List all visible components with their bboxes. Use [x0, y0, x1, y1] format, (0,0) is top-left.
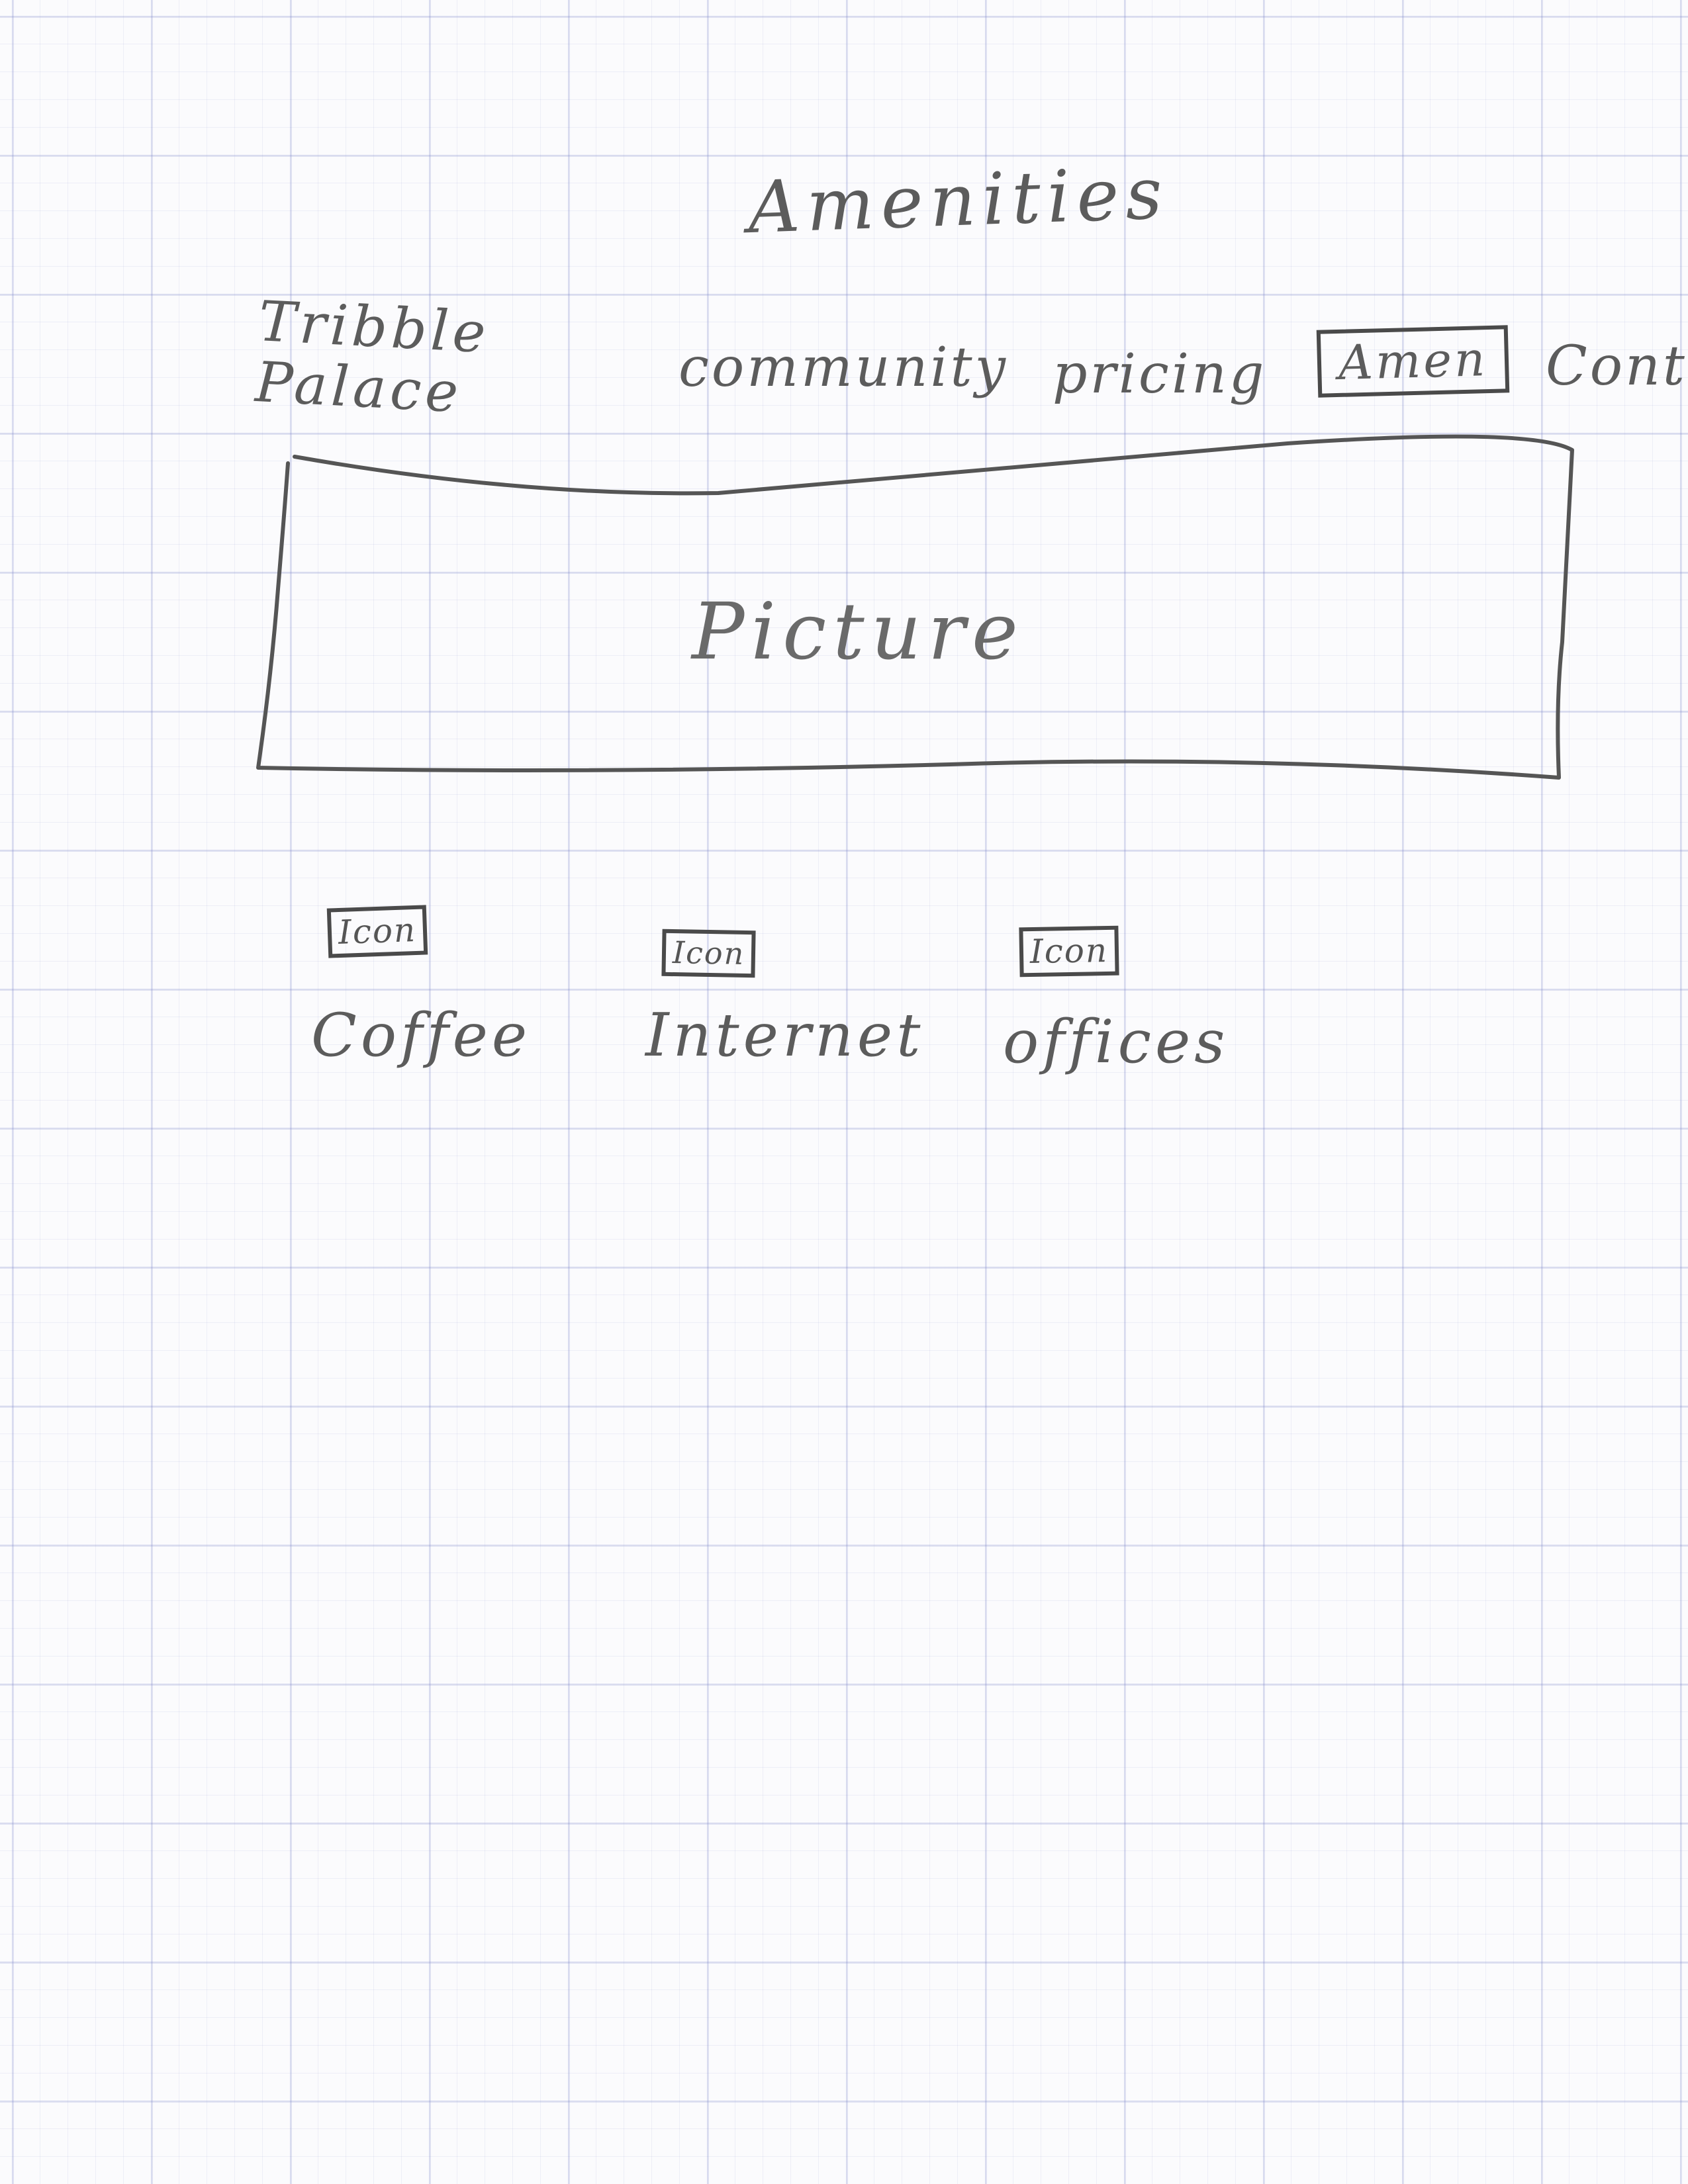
amenity-item-offices: Icon offices [1003, 925, 1281, 1099]
nav-item-amenities-active[interactable]: Amen [1316, 325, 1510, 398]
page-title: Amenities [746, 152, 1170, 250]
amenity-item-coffee: Icon Coffee [311, 905, 589, 1079]
amenity-item-internet: Icon Internet [645, 929, 925, 1102]
main-navigation: community pricing Amen Cont [662, 325, 1685, 427]
amenity-label: Internet [645, 1001, 925, 1070]
nav-item-community[interactable]: community [679, 341, 1008, 395]
site-logo-text[interactable]: Tribble Palace [254, 289, 538, 428]
amenity-label: offices [1003, 1007, 1229, 1077]
amenity-label: Coffee [311, 1001, 532, 1070]
hero-picture-label: Picture [692, 586, 1025, 677]
wireframe-sketch: Amenities Tribble Palace community prici… [0, 0, 1688, 2184]
offices-icon: Icon [1019, 925, 1119, 978]
nav-item-pricing[interactable]: pricing [1053, 347, 1266, 402]
coffee-icon: Icon [326, 905, 428, 958]
nav-item-contact[interactable]: Cont [1546, 340, 1687, 394]
hero-picture-placeholder: Picture [255, 424, 1575, 781]
internet-icon: Icon [661, 929, 756, 978]
